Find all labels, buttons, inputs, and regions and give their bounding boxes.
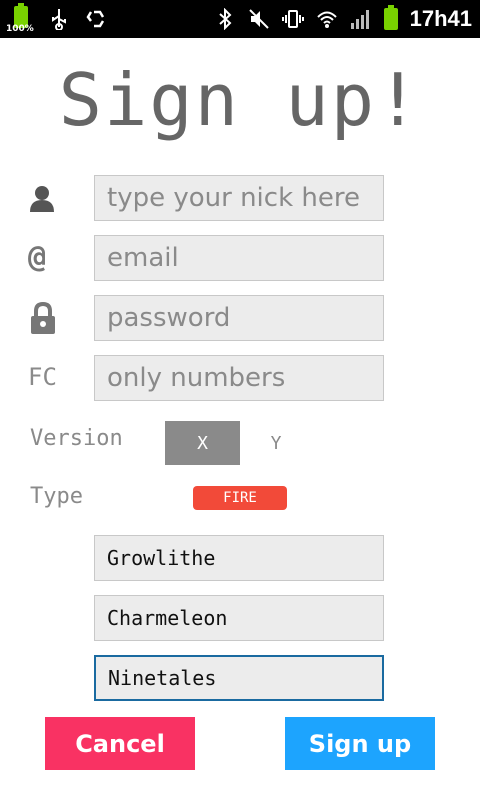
email-placeholder: email: [107, 243, 179, 273]
signup-button[interactable]: Sign up: [285, 717, 435, 770]
status-bar-right: 17h41: [214, 4, 472, 34]
pokemon-input-3[interactable]: Ninetales: [94, 655, 384, 701]
wifi-icon: [316, 11, 337, 28]
at-icon: @: [28, 237, 68, 277]
type-badge[interactable]: FIRE: [193, 486, 287, 510]
recycle-icon: [86, 10, 105, 28]
bluetooth-icon: [218, 8, 232, 30]
fc-placeholder: only numbers: [107, 363, 286, 393]
vibrate-icon: [281, 10, 304, 28]
password-placeholder: password: [107, 303, 231, 333]
pokemon-value-2: Charmeleon: [107, 606, 228, 630]
battery-indicator: 100%: [6, 3, 34, 34]
status-bar: 100% 17h41: [0, 0, 480, 38]
type-label: Type: [30, 484, 83, 509]
status-bar-left: 100%: [6, 3, 108, 34]
lock-icon: [28, 298, 68, 338]
battery-percent: 100%: [6, 24, 34, 34]
clock: 17h41: [409, 6, 472, 31]
at-icon-glyph: @: [28, 239, 47, 275]
user-icon: [28, 178, 68, 218]
nick-input[interactable]: type your nick here: [94, 175, 384, 221]
pokemon-input-2[interactable]: Charmeleon: [94, 595, 384, 641]
page-title: Sign up!: [58, 58, 422, 142]
version-label: Version: [30, 426, 123, 451]
cancel-button[interactable]: Cancel: [45, 717, 195, 770]
mute-icon: [248, 9, 269, 29]
password-input[interactable]: password: [94, 295, 384, 341]
pokemon-value-3: Ninetales: [108, 666, 217, 690]
fc-label-cell: FC: [28, 357, 68, 397]
usb-icon: [52, 9, 66, 30]
fc-label: FC: [28, 363, 57, 391]
fc-input[interactable]: only numbers: [94, 355, 384, 401]
email-input[interactable]: email: [94, 235, 384, 281]
pokemon-input-1[interactable]: Growlithe: [94, 535, 384, 581]
version-option-y[interactable]: Y: [256, 421, 296, 465]
battery-icon: [383, 5, 398, 30]
nick-placeholder: type your nick here: [107, 183, 360, 213]
version-option-x[interactable]: X: [165, 421, 240, 465]
pokemon-value-1: Growlithe: [107, 546, 216, 570]
signal-icon: [350, 10, 369, 29]
